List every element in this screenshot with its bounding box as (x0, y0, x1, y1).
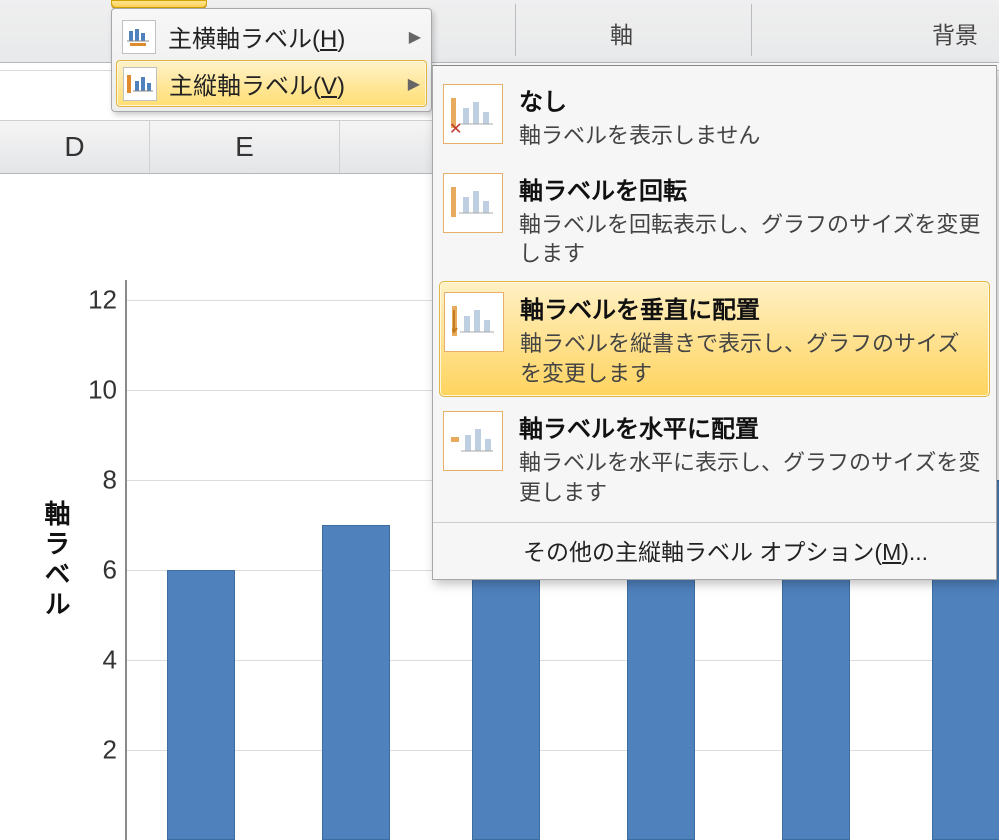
ribbon-group-background: 背景 (932, 16, 978, 50)
y-tick: 4 (72, 645, 117, 676)
chevron-right-icon: ▶ (408, 74, 420, 94)
svg-text:✕: ✕ (451, 121, 462, 134)
submenu-item-horizontal[interactable]: 軸ラベルを水平に配置 軸ラベルを水平に表示し、グラフのサイズを変更します (433, 399, 996, 517)
submenu-desc: 軸ラベルを水平に表示し、グラフのサイズを変更します (519, 448, 982, 507)
ribbon-group-axis: 軸 (610, 16, 633, 50)
column-header-row: D E (0, 120, 500, 174)
submenu-item-rotated[interactable]: 軸ラベルを回転 軸ラベルを回転表示し、グラフのサイズを変更します (433, 161, 996, 279)
menu-item-label: 主縦軸ラベル(V) (157, 66, 404, 101)
none-icon: ✕ (443, 84, 503, 144)
menu-item-label: 主横軸ラベル(H) (156, 19, 405, 54)
y-axis-label[interactable]: 軸ラベル (38, 500, 75, 620)
rotated-icon (443, 173, 503, 233)
submenu-item-more-options[interactable]: その他の主縦軸ラベル オプション(M)... (433, 522, 996, 573)
chevron-right-icon: ▶ (409, 27, 421, 47)
submenu-title: なし (519, 82, 760, 117)
horizontal-axis-icon (122, 20, 156, 54)
y-tick: 10 (72, 375, 117, 406)
submenu-item-vertical[interactable]: 軸ラベルを垂直に配置 軸ラベルを縦書きで表示し、グラフのサイズを変更します (439, 281, 990, 397)
submenu-desc: 軸ラベルを表示しません (519, 121, 760, 151)
y-tick: 8 (72, 465, 117, 496)
bar[interactable] (167, 570, 235, 840)
column-header-d[interactable]: D (0, 121, 150, 173)
y-tick: 2 (72, 735, 117, 766)
submenu-desc: 軸ラベルを縦書きで表示し、グラフのサイズを変更します (520, 329, 981, 388)
ribbon-active-button[interactable] (111, 0, 207, 8)
menu-item-horizontal-axis-label[interactable]: 主横軸ラベル(H) ▶ (116, 13, 427, 60)
submenu-item-none[interactable]: ✕ なし 軸ラベルを表示しません (433, 72, 996, 161)
y-tick: 12 (72, 285, 117, 316)
axis-label-menu: 主横軸ラベル(H) ▶ 主縦軸ラベル(V) ▶ (111, 8, 432, 112)
submenu-title: 軸ラベルを垂直に配置 (520, 290, 981, 325)
y-tick: 6 (72, 555, 117, 586)
submenu-title: 軸ラベルを回転 (519, 171, 982, 206)
horizontal-icon (443, 411, 503, 471)
column-header-e[interactable]: E (150, 121, 340, 173)
vertical-axis-icon (123, 67, 157, 101)
menu-item-vertical-axis-label[interactable]: 主縦軸ラベル(V) ▶ (116, 60, 427, 107)
submenu-desc: 軸ラベルを回転表示し、グラフのサイズを変更します (519, 210, 982, 269)
vertical-icon (444, 292, 504, 352)
submenu-title: 軸ラベルを水平に配置 (519, 409, 982, 444)
bar[interactable] (322, 525, 390, 840)
vertical-axis-label-submenu: ✕ なし 軸ラベルを表示しません 軸ラベルを回転 軸ラベルを回転表示し、グラフの… (432, 65, 997, 580)
